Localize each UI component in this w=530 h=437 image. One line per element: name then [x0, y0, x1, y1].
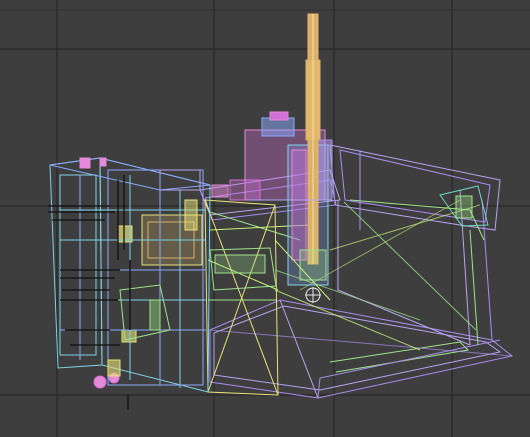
- base-plate: [209, 299, 514, 399]
- pivot-marker-icon: [305, 287, 321, 303]
- wireframe-scene[interactable]: [0, 0, 530, 437]
- front-pink-knob: [93, 359, 121, 389]
- 3d-viewport[interactable]: [0, 0, 530, 437]
